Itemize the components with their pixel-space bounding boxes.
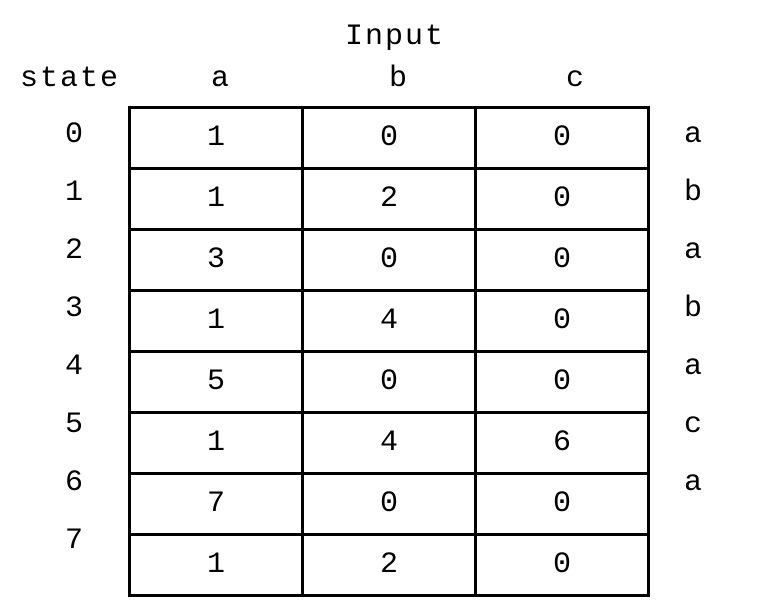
state-row-label: 0 [20,106,128,164]
cell: 1 [130,535,303,596]
table-row: 1 4 6 [130,413,649,474]
table-row: 1 4 0 [130,291,649,352]
table-row: 1 2 0 [130,535,649,596]
table-row: 1 0 0 [130,108,649,169]
table-row: 3 0 0 [130,230,649,291]
cell: 0 [476,169,649,230]
cell: 4 [303,291,476,352]
cell: 0 [476,230,649,291]
column-header-b: b [383,62,413,96]
cell: 0 [476,352,649,413]
cell: 1 [130,291,303,352]
cell: 2 [303,169,476,230]
state-row-label: 4 [20,338,128,396]
cell: 0 [303,230,476,291]
cell: 1 [130,169,303,230]
transition-table-wrap: 0 1 2 3 4 5 6 7 1 0 0 1 2 0 3 0 0 [20,106,718,597]
right-row-label: a [668,454,718,512]
right-row-label [668,512,718,570]
table-row: 1 2 0 [130,169,649,230]
state-label: state [20,62,120,96]
state-column: 0 1 2 3 4 5 6 7 [20,106,128,570]
column-header-a: a [205,62,235,96]
cell: 6 [476,413,649,474]
input-label: Input [345,20,445,54]
cell: 0 [476,291,649,352]
cell: 2 [303,535,476,596]
right-row-label: a [668,338,718,396]
right-label-column: a b a b a c a [668,106,718,570]
cell: 0 [476,535,649,596]
state-row-label: 5 [20,396,128,454]
cell: 1 [130,413,303,474]
state-row-label: 3 [20,280,128,338]
right-row-label: b [668,164,718,222]
right-row-label: c [668,396,718,454]
right-row-label: a [668,222,718,280]
cell: 0 [476,474,649,535]
right-row-label: b [668,280,718,338]
cell: 0 [303,474,476,535]
table-row: 5 0 0 [130,352,649,413]
cell: 5 [130,352,303,413]
cell: 3 [130,230,303,291]
cell: 7 [130,474,303,535]
cell: 0 [476,108,649,169]
table-row: 7 0 0 [130,474,649,535]
cell: 0 [303,352,476,413]
state-row-label: 6 [20,454,128,512]
cell: 4 [303,413,476,474]
state-row-label: 7 [20,512,128,570]
cell: 0 [303,108,476,169]
state-row-label: 1 [20,164,128,222]
cell: 1 [130,108,303,169]
state-row-label: 2 [20,222,128,280]
column-header-c: c [560,62,590,96]
transition-table: 1 0 0 1 2 0 3 0 0 1 4 0 5 0 0 [128,106,650,597]
right-row-label: a [668,106,718,164]
